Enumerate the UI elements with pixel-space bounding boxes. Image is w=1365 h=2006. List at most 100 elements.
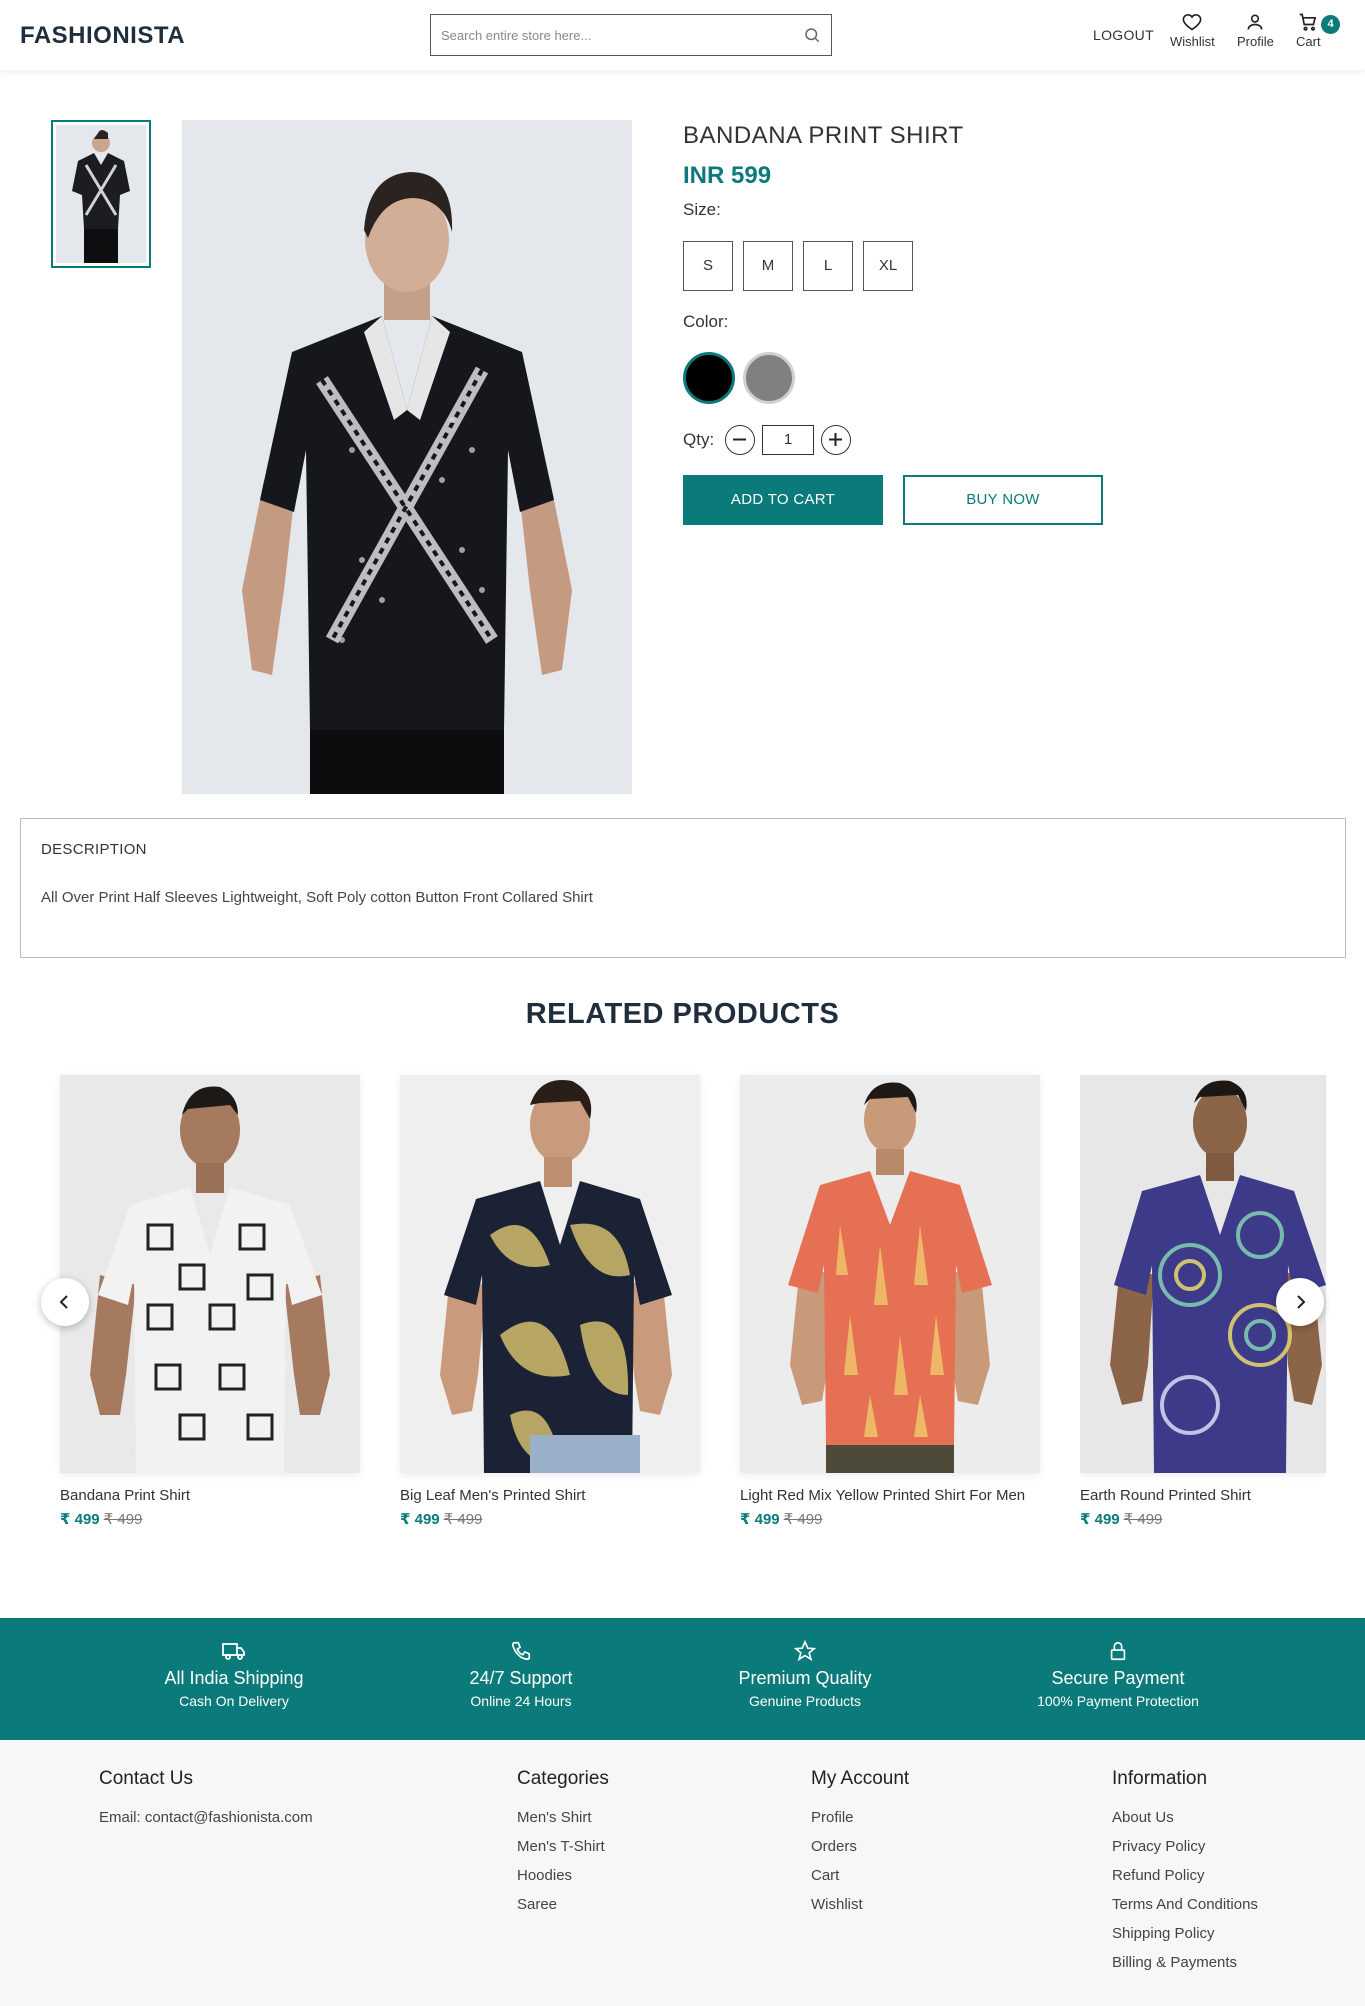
original-price: ₹ 499 (1123, 1511, 1163, 1528)
product-price: ₹ 499 ₹ 499 (1080, 1510, 1326, 1528)
size-label: Size: (683, 200, 721, 219)
product-thumbnail[interactable] (51, 120, 151, 268)
plus-icon (829, 433, 842, 446)
wishlist-label: Wishlist (1170, 34, 1215, 49)
product-name[interactable]: Big Leaf Men's Printed Shirt (400, 1487, 700, 1504)
profile-button[interactable]: Profile (1237, 12, 1274, 49)
footer-link[interactable]: Orders (811, 1837, 909, 1856)
size-option-s[interactable]: S (683, 241, 733, 291)
buy-now-button[interactable]: BUY NOW (903, 475, 1103, 525)
phone-icon (511, 1641, 531, 1661)
footer-information-column: Information About Us Privacy Policy Refu… (1112, 1768, 1258, 1982)
user-icon (1247, 14, 1263, 30)
feature-subtitle: Genuine Products (748, 1693, 862, 1709)
original-price: ₹ 499 (783, 1511, 823, 1528)
feature-support: 24/7 Support Online 24 Hours (381, 1640, 661, 1709)
current-price: ₹ 499 (60, 1511, 100, 1528)
footer-link[interactable]: Refund Policy (1112, 1866, 1258, 1885)
footer-heading: My Account (811, 1768, 910, 1789)
search-icon[interactable] (803, 26, 821, 44)
footer-link[interactable]: Shipping Policy (1112, 1924, 1258, 1943)
product-image[interactable] (400, 1075, 700, 1473)
product-name[interactable]: Light Red Mix Yellow Printed Shirt For M… (740, 1487, 1040, 1504)
related-product-card[interactable]: Light Red Mix Yellow Printed Shirt For M… (740, 1075, 1040, 1528)
product-name[interactable]: Bandana Print Shirt (60, 1487, 360, 1504)
current-price: ₹ 499 (740, 1511, 780, 1528)
shirt-model-illustration (740, 1075, 1040, 1473)
truck-icon (222, 1643, 245, 1660)
profile-label: Profile (1237, 34, 1274, 49)
footer-link[interactable]: Billing & Payments (1112, 1953, 1258, 1972)
shirt-model-illustration (182, 120, 632, 794)
carousel-prev-button[interactable] (41, 1278, 89, 1326)
product-image[interactable] (60, 1075, 360, 1473)
description-panel: DESCRIPTION All Over Print Half Sleeves … (20, 818, 1346, 958)
product-price: ₹ 499 ₹ 499 (740, 1510, 1040, 1528)
feature-subtitle: Online 24 Hours (470, 1693, 572, 1709)
heart-icon (1182, 13, 1202, 31)
shirt-model-illustration (56, 125, 146, 263)
qty-decrease-button[interactable] (725, 425, 755, 455)
current-price: ₹ 499 (400, 1511, 440, 1528)
footer-link[interactable]: Wishlist (811, 1895, 909, 1914)
related-product-card[interactable]: Big Leaf Men's Printed Shirt ₹ 499 ₹ 499 (400, 1075, 700, 1528)
footer-link[interactable]: Cart (811, 1866, 909, 1885)
cart-button[interactable]: Cart (1296, 12, 1321, 49)
color-label: Color: (683, 312, 729, 331)
shirt-model-illustration (400, 1075, 700, 1473)
footer-link[interactable]: Saree (517, 1895, 609, 1914)
footer-link[interactable]: Terms And Conditions (1112, 1895, 1258, 1914)
footer-link[interactable]: Hoodies (517, 1866, 609, 1885)
logout-link[interactable]: LOGOUT (1093, 27, 1154, 43)
qty-increase-button[interactable] (821, 425, 851, 455)
minus-icon (733, 438, 746, 441)
related-product-card[interactable]: Bandana Print Shirt ₹ 499 ₹ 499 (60, 1075, 360, 1528)
feature-title: Secure Payment (1051, 1668, 1185, 1688)
qty-input[interactable]: 1 (762, 425, 814, 455)
add-to-cart-button[interactable]: ADD TO CART (683, 475, 883, 525)
feature-title: All India Shipping (164, 1668, 304, 1688)
footer-link[interactable]: About Us (1112, 1808, 1258, 1827)
cart-count-badge: 4 (1321, 15, 1340, 34)
feature-subtitle: Cash On Delivery (179, 1693, 289, 1709)
color-swatch-gray[interactable] (743, 352, 795, 404)
search-bar (430, 14, 832, 56)
product-image[interactable] (1080, 1075, 1326, 1473)
wishlist-button[interactable]: Wishlist (1170, 12, 1215, 49)
size-option-xl[interactable]: XL (863, 241, 913, 291)
cart-label: Cart (1296, 34, 1321, 49)
search-input[interactable] (431, 15, 791, 55)
footer-categories-column: Categories Men's Shirt Men's T-Shirt Hoo… (517, 1768, 609, 1924)
product-title: BANDANA PRINT SHIRT (683, 122, 964, 149)
original-price: ₹ 499 (103, 1511, 143, 1528)
product-main-image[interactable] (182, 120, 632, 794)
product-price: ₹ 499 ₹ 499 (400, 1510, 700, 1528)
feature-title: Premium Quality (738, 1668, 872, 1688)
footer-heading: Categories (517, 1768, 609, 1789)
product-price: INR 599 (683, 162, 772, 189)
original-price: ₹ 499 (443, 1511, 483, 1528)
size-option-m[interactable]: M (743, 241, 793, 291)
footer-contact-column: Contact Us Email: contact@fashionista.co… (99, 1768, 313, 1837)
site-header: FASHIONISTA LOGOUT Wishlist Profile Cart… (0, 0, 1365, 70)
footer-link[interactable]: Profile (811, 1808, 909, 1827)
color-swatch-black[interactable] (683, 352, 735, 404)
product-name[interactable]: Earth Round Printed Shirt (1080, 1487, 1326, 1504)
footer-email-link[interactable]: Email: contact@fashionista.com (99, 1808, 313, 1827)
product-image[interactable] (740, 1075, 1040, 1473)
feature-shipping: All India Shipping Cash On Delivery (94, 1640, 374, 1709)
footer-link[interactable]: Privacy Policy (1112, 1837, 1258, 1856)
size-option-l[interactable]: L (803, 241, 853, 291)
site-logo[interactable]: FASHIONISTA (20, 22, 185, 50)
qty-label: Qty: (683, 430, 715, 449)
shirt-model-illustration (1080, 1075, 1326, 1473)
carousel-next-button[interactable] (1276, 1278, 1324, 1326)
lock-icon (1110, 1641, 1126, 1661)
cart-icon (1299, 13, 1317, 31)
current-price: ₹ 499 (1080, 1511, 1120, 1528)
star-icon (793, 1640, 817, 1662)
footer-link[interactable]: Men's Shirt (517, 1808, 609, 1827)
features-band: All India Shipping Cash On Delivery 24/7… (0, 1618, 1365, 1740)
footer-heading: Information (1112, 1768, 1208, 1789)
footer-link[interactable]: Men's T-Shirt (517, 1837, 609, 1856)
